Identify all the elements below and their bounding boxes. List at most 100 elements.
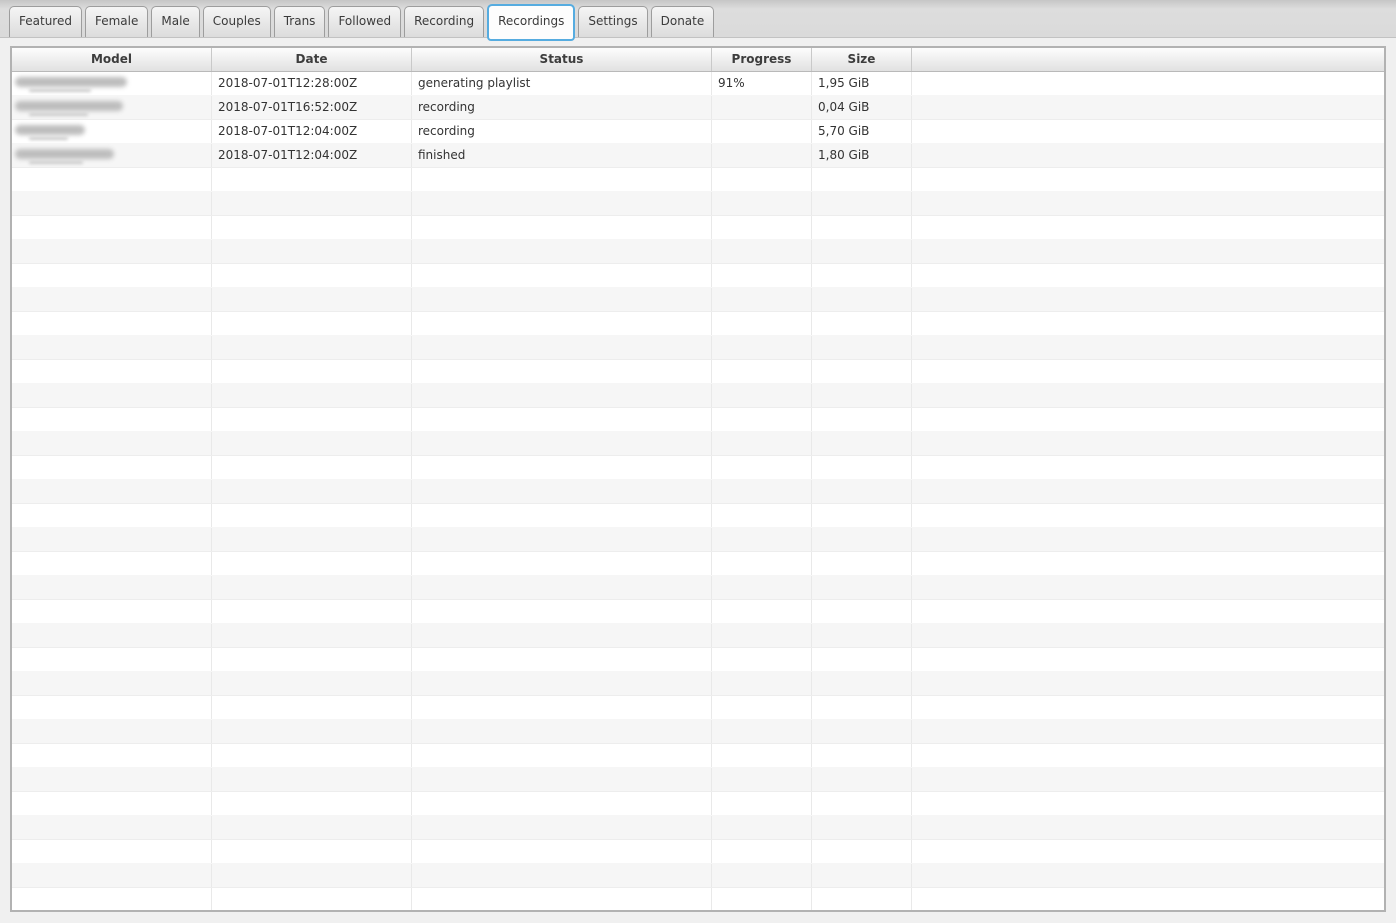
table-row[interactable]: 2018-07-01T12:04:00Z recording 5,70 GiB xyxy=(12,120,1384,144)
cell-status xyxy=(412,312,712,335)
cell-filler xyxy=(912,768,1384,791)
tab-recordings[interactable]: Recordings xyxy=(487,4,576,41)
cell-progress xyxy=(712,264,812,287)
cell-status xyxy=(412,168,712,191)
cell-model xyxy=(12,576,212,599)
cell-date xyxy=(212,864,412,887)
cell-filler xyxy=(912,216,1384,239)
table-row-empty xyxy=(12,336,1384,360)
column-header-model[interactable]: Model xyxy=(12,48,212,71)
redacted-model-name xyxy=(15,120,211,140)
table-row[interactable]: 2018-07-01T12:28:00Z generating playlist 9… xyxy=(12,72,1384,96)
table-row-empty xyxy=(12,624,1384,648)
tab-followed[interactable]: Followed xyxy=(328,6,402,37)
cell-model xyxy=(12,480,212,503)
cell-progress xyxy=(712,288,812,311)
table-row-empty xyxy=(12,840,1384,864)
cell-progress xyxy=(712,624,812,647)
cell-date xyxy=(212,216,412,239)
cell-date xyxy=(212,528,412,551)
cell-date xyxy=(212,648,412,671)
cell-progress xyxy=(712,600,812,623)
cell-model xyxy=(12,408,212,431)
table-row[interactable]: 2018-07-01T12:04:00Z finished 1,80 GiB xyxy=(12,144,1384,168)
cell-size: 1,80 GiB xyxy=(812,144,912,167)
cell-size: 1,95 GiB xyxy=(812,72,912,95)
cell-size xyxy=(812,792,912,815)
tab-settings[interactable]: Settings xyxy=(578,6,648,37)
cell-model xyxy=(12,816,212,839)
cell-size xyxy=(812,720,912,743)
cell-progress xyxy=(712,888,812,910)
cell-date xyxy=(212,192,412,215)
redacted-model-name xyxy=(15,144,211,164)
cell-status xyxy=(412,552,712,575)
cell-filler xyxy=(912,288,1384,311)
cell-date xyxy=(212,720,412,743)
cell-model xyxy=(12,888,212,910)
cell-model xyxy=(12,288,212,311)
cell-date xyxy=(212,768,412,791)
table-row-empty xyxy=(12,696,1384,720)
table-row-empty xyxy=(12,384,1384,408)
cell-model xyxy=(12,744,212,767)
cell-model xyxy=(12,648,212,671)
tab-trans[interactable]: Trans xyxy=(273,6,326,37)
cell-model xyxy=(12,312,212,335)
table-row-empty xyxy=(12,360,1384,384)
cell-date xyxy=(212,552,412,575)
cell-model xyxy=(12,672,212,695)
cell-progress xyxy=(712,432,812,455)
cell-progress xyxy=(712,528,812,551)
cell-size xyxy=(812,264,912,287)
cell-size xyxy=(812,240,912,263)
cell-model xyxy=(12,720,212,743)
cell-model xyxy=(12,456,212,479)
column-header-status[interactable]: Status xyxy=(412,48,712,71)
cell-filler xyxy=(912,624,1384,647)
cell-progress xyxy=(712,360,812,383)
cell-size xyxy=(812,216,912,239)
tab-male[interactable]: Male xyxy=(151,6,200,37)
table-row-empty xyxy=(12,216,1384,240)
cell-progress xyxy=(712,744,812,767)
cell-size: 5,70 GiB xyxy=(812,120,912,143)
column-header-size[interactable]: Size xyxy=(812,48,912,71)
cell-filler xyxy=(912,840,1384,863)
cell-model xyxy=(12,624,212,647)
cell-size xyxy=(812,552,912,575)
cell-size xyxy=(812,840,912,863)
cell-progress xyxy=(712,816,812,839)
cell-progress xyxy=(712,768,812,791)
table-row-empty xyxy=(12,576,1384,600)
cell-date xyxy=(212,480,412,503)
cell-progress xyxy=(712,192,812,215)
cell-size xyxy=(812,384,912,407)
cell-filler xyxy=(912,168,1384,191)
tab-female[interactable]: Female xyxy=(84,6,149,37)
cell-status xyxy=(412,576,712,599)
column-header-date[interactable]: Date xyxy=(212,48,412,71)
tab-donate[interactable]: Donate xyxy=(650,6,715,37)
tab-recording[interactable]: Recording xyxy=(404,6,485,37)
cell-filler xyxy=(912,240,1384,263)
table-row-empty xyxy=(12,288,1384,312)
cell-status: recording xyxy=(412,96,712,119)
cell-model xyxy=(12,384,212,407)
cell-size xyxy=(812,312,912,335)
column-header-progress[interactable]: Progress xyxy=(712,48,812,71)
table-header: Model Date Status Progress Size xyxy=(12,48,1384,72)
tab-featured[interactable]: Featured xyxy=(9,6,82,37)
cell-date xyxy=(212,264,412,287)
cell-date xyxy=(212,600,412,623)
cell-status xyxy=(412,648,712,671)
cell-size xyxy=(812,768,912,791)
tab-couples[interactable]: Couples xyxy=(202,6,271,37)
cell-size xyxy=(812,864,912,887)
cell-model xyxy=(12,144,212,167)
table-row[interactable]: 2018-07-01T16:52:00Z recording 0,04 GiB xyxy=(12,96,1384,120)
cell-filler xyxy=(912,384,1384,407)
cell-model xyxy=(12,792,212,815)
cell-status xyxy=(412,408,712,431)
cell-model xyxy=(12,600,212,623)
